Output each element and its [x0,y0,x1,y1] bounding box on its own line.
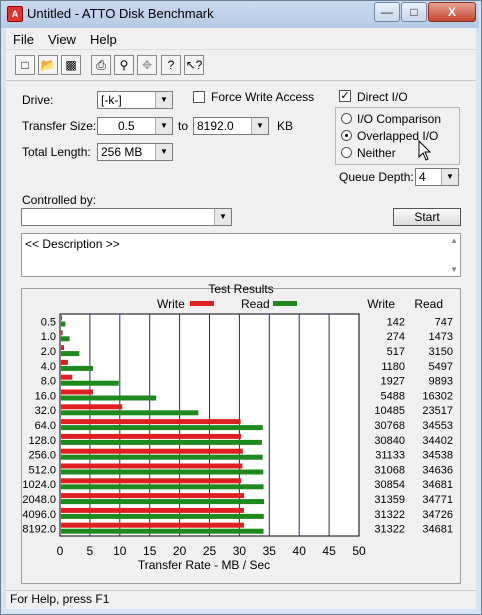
write-value: 31133 [375,450,405,462]
write-value: 1927 [381,376,405,388]
y-tick-label: 8.0 [41,376,56,388]
read-bar [61,513,264,519]
read-column-header: Read [414,297,443,311]
read-value: 1473 [429,331,453,343]
y-tick-label: 8192.0 [22,524,56,536]
read-bar [61,410,199,416]
y-tick-label: 512.0 [28,464,56,476]
write-bar [61,478,242,484]
read-value: 3150 [429,346,453,358]
write-value: 5488 [381,390,405,402]
y-tick-label: 128.0 [28,435,56,447]
write-bar [61,507,244,513]
x-tick-label: 25 [203,544,217,558]
write-value: 30854 [374,479,405,491]
read-bar [61,365,94,371]
read-bar [61,395,157,401]
y-tick-label: 256.0 [28,450,56,462]
read-value: 34553 [422,420,453,432]
read-value: 34538 [422,450,453,462]
x-tick-label: 30 [233,544,247,558]
write-value: 517 [387,346,405,358]
y-tick-label: 0.5 [41,316,56,328]
write-value: 142 [387,316,405,328]
read-bar [61,439,262,445]
legend-read-swatch [273,301,297,306]
y-tick-label: 4096.0 [22,509,56,521]
legend-write-swatch [190,301,214,306]
write-bar [61,330,63,336]
write-value: 31068 [374,464,405,476]
write-bar [61,404,123,410]
x-axis-label: Transfer Rate - MB / Sec [138,558,270,572]
y-tick-label: 32.0 [35,405,56,417]
read-value: 747 [435,316,453,328]
read-bar [61,499,265,505]
y-tick-label: 64.0 [35,420,56,432]
chart-title: Test Results [208,282,273,296]
x-tick-label: 10 [113,544,127,558]
legend-read-label: Read [241,297,270,311]
y-tick-label: 1024.0 [22,479,56,491]
x-tick-label: 40 [293,544,307,558]
write-bar [61,522,244,528]
x-tick-label: 20 [173,544,187,558]
read-value: 34636 [422,464,453,476]
write-bar [61,493,245,499]
y-tick-label: 16.0 [35,390,56,402]
x-tick-label: 5 [87,544,94,558]
y-tick-label: 4.0 [41,361,56,373]
read-value: 34681 [422,524,453,536]
read-bar [61,351,80,357]
results-chart: 0 5 10 15 20 25 30 35 40 45 50 Test Results Transfer… [22,282,453,572]
read-bar [61,454,263,460]
write-value: 31322 [374,509,405,521]
x-tick-label: 35 [263,544,277,558]
read-bar [61,380,119,386]
y-tick-label: 2.0 [41,346,56,358]
write-bar [61,359,68,365]
read-value: 34681 [422,479,453,491]
write-value: 31322 [374,524,405,536]
y-tick-label: 2048.0 [22,494,56,506]
read-bar [61,425,263,431]
write-value: 30768 [374,420,405,432]
write-bar [61,374,73,380]
write-column-header: Write [367,297,395,311]
read-bar [61,484,264,490]
legend-write-label: Write [157,297,185,311]
y-tick-label: 1.0 [41,331,56,343]
read-value: 34771 [422,494,453,506]
write-bar [61,433,242,439]
write-value: 10485 [374,405,405,417]
write-bar [61,463,243,469]
read-value: 23517 [422,405,453,417]
read-bar [61,336,70,342]
read-value: 9893 [429,376,453,388]
write-bar [61,315,62,321]
write-value: 274 [387,331,405,343]
read-bar [61,528,264,534]
read-bar [61,469,264,475]
read-value: 5497 [429,361,453,373]
x-tick-label: 0 [57,544,64,558]
write-bar [61,448,243,454]
write-bar [61,345,65,351]
write-value: 30840 [374,435,405,447]
read-value: 34726 [422,509,453,521]
write-value: 31359 [374,494,405,506]
x-tick-label: 45 [322,544,336,558]
read-value: 16302 [422,390,453,402]
read-value: 34402 [422,435,453,447]
write-bar [61,419,241,425]
write-value: 1180 [381,361,405,373]
read-bar [61,321,66,327]
write-bar [61,389,94,395]
status-text: For Help, press F1 [10,592,110,606]
x-tick-label: 15 [143,544,157,558]
x-tick-label: 50 [352,544,366,558]
